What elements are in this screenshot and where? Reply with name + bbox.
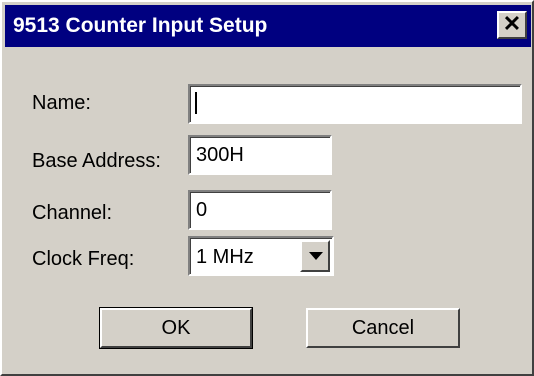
close-icon: ✕ [502, 11, 522, 36]
name-label: Name: [32, 92, 91, 114]
clock-freq-select[interactable]: 1 MHz [188, 236, 334, 276]
close-button[interactable]: ✕ [497, 11, 527, 39]
name-field[interactable] [188, 84, 522, 124]
ok-button[interactable]: OK [99, 307, 253, 349]
chevron-down-icon[interactable] [300, 240, 330, 272]
clock-freq-label: Clock Freq: [32, 248, 135, 270]
text-cursor [195, 92, 197, 114]
cancel-button[interactable]: Cancel [306, 308, 460, 348]
counter-input-setup-dialog: 9513 Counter Input Setup ✕ Name: Base Ad… [0, 0, 534, 376]
channel-label: Channel: [32, 202, 113, 224]
clock-freq-value: 1 MHz [196, 246, 254, 268]
channel-field[interactable] [188, 190, 332, 230]
title-bar[interactable]: 9513 Counter Input Setup ✕ [5, 5, 531, 47]
dialog-title: 9513 Counter Input Setup [13, 14, 268, 37]
base-address-label: Base Address: [32, 150, 161, 172]
base-address-field[interactable] [188, 135, 332, 175]
